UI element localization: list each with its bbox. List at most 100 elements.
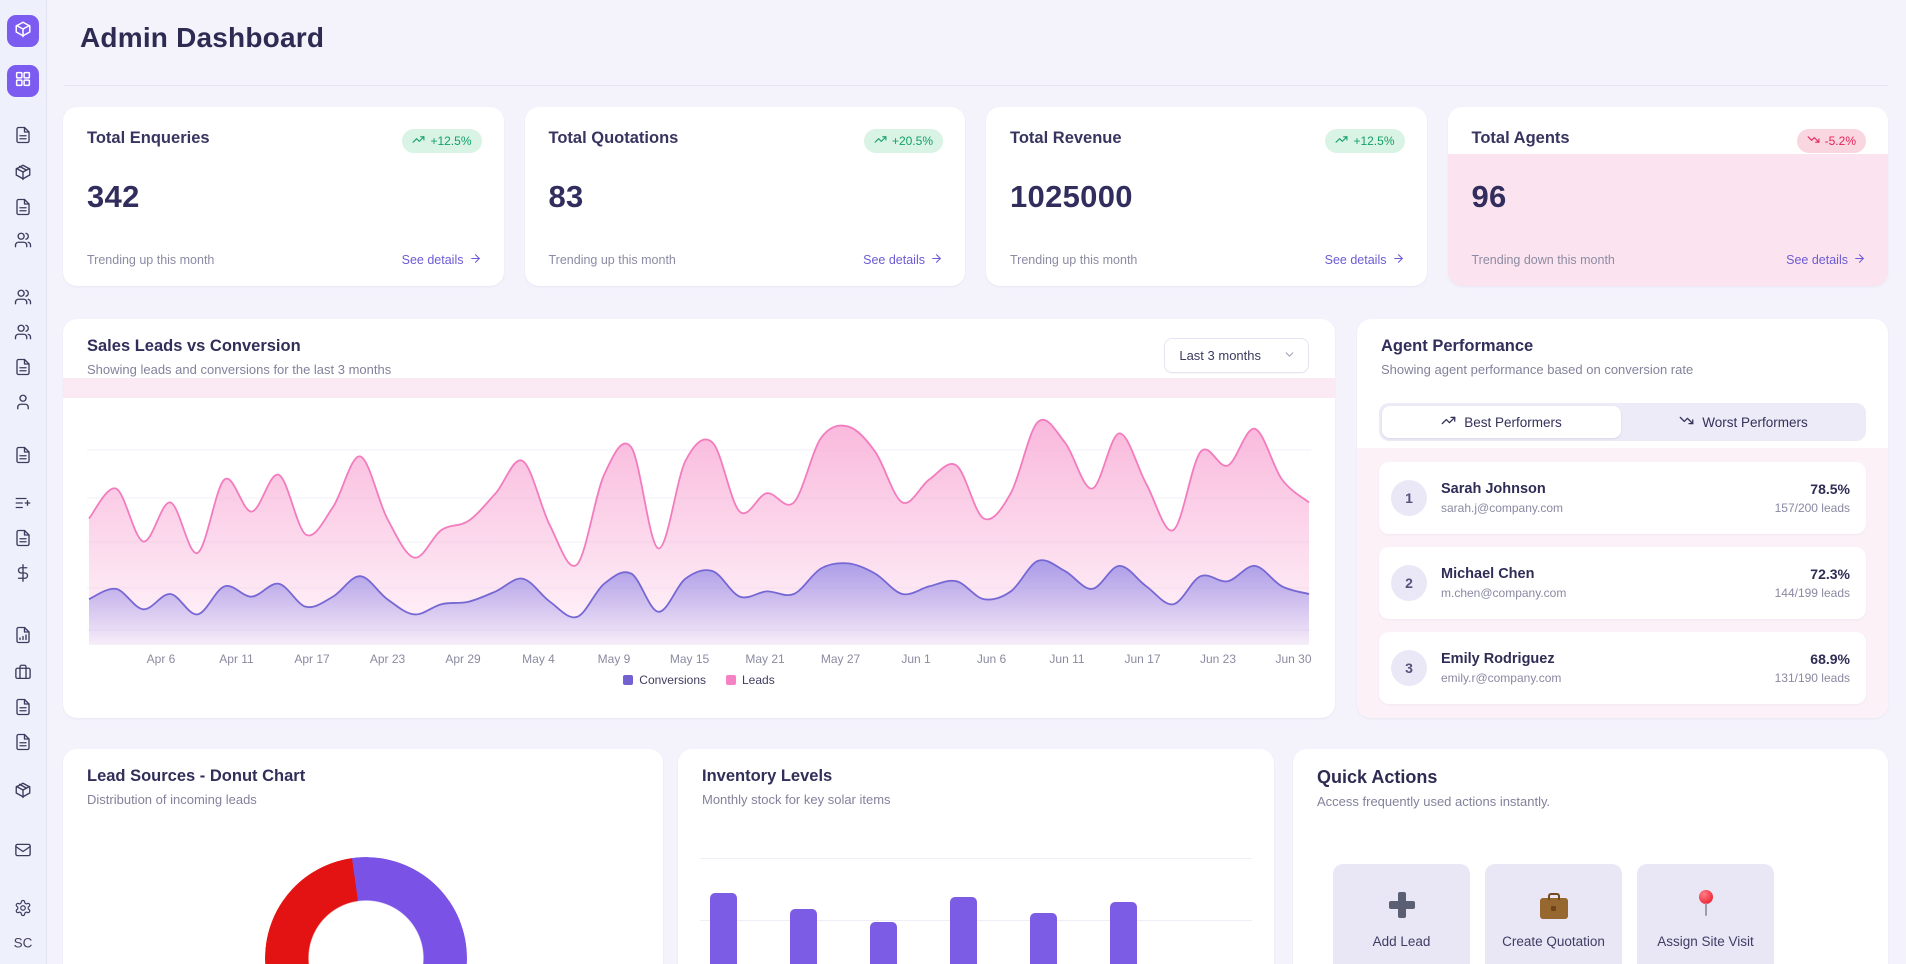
agent-performance-card: Agent Performance Showing agent performa… bbox=[1357, 319, 1888, 718]
file-text-icon[interactable] bbox=[14, 698, 32, 716]
arrow-right-icon bbox=[1392, 252, 1405, 268]
stat-card-value: 342 bbox=[63, 153, 504, 215]
x-tick: Jun 17 bbox=[1124, 652, 1160, 666]
file-text-icon[interactable] bbox=[14, 446, 32, 464]
agent-name: Emily Rodriguez bbox=[1441, 651, 1561, 667]
inventory-bar bbox=[710, 893, 737, 964]
chevron-down-icon bbox=[1283, 348, 1296, 364]
trending-up-icon bbox=[874, 133, 887, 149]
lead-sources-title: Lead Sources - Donut Chart bbox=[87, 767, 639, 786]
quick-action-add-lead[interactable]: Add Lead bbox=[1333, 864, 1470, 964]
stat-card-title: Total Enqueries bbox=[87, 129, 210, 148]
quick-action-create-quotation[interactable]: Create Quotation bbox=[1485, 864, 1622, 964]
agent-leads-count: 157/200 leads bbox=[1775, 501, 1850, 515]
see-details-link[interactable]: See details bbox=[1325, 252, 1405, 268]
user-initials[interactable]: SC bbox=[0, 936, 46, 951]
x-tick: Jun 6 bbox=[977, 652, 1006, 666]
user-icon[interactable] bbox=[14, 393, 32, 411]
trending-down-icon bbox=[1807, 133, 1820, 149]
chart-legend: ConversionsLeads bbox=[63, 673, 1335, 687]
sidebar-item-dashboard[interactable] bbox=[7, 65, 39, 97]
inventory-bar bbox=[950, 897, 977, 964]
legend-item: Leads bbox=[726, 673, 775, 687]
agent-leads-count: 131/190 leads bbox=[1775, 671, 1850, 685]
trending-up-icon bbox=[1441, 413, 1456, 431]
arrow-right-icon bbox=[469, 252, 482, 268]
users-icon[interactable] bbox=[14, 323, 32, 341]
app-logo[interactable] bbox=[7, 15, 39, 47]
date-range-select[interactable]: Last 3 months bbox=[1164, 338, 1309, 373]
inventory-card: Inventory Levels Monthly stock for key s… bbox=[678, 749, 1274, 964]
stat-card-title: Total Quotations bbox=[549, 129, 679, 148]
package-icon[interactable] bbox=[14, 163, 32, 181]
agent-list: 1 Sarah Johnson sarah.j@company.com 78.5… bbox=[1379, 462, 1866, 717]
tab-best-performers[interactable]: Best Performers bbox=[1382, 406, 1621, 438]
stat-card-value: 1025000 bbox=[986, 153, 1427, 215]
stat-card-footer: Trending up this month bbox=[87, 253, 214, 267]
trend-badge: +20.5% bbox=[864, 129, 943, 153]
header-divider bbox=[64, 85, 1888, 86]
x-tick: Apr 11 bbox=[219, 652, 253, 666]
cube-icon bbox=[14, 20, 32, 43]
quick-actions-title: Quick Actions bbox=[1317, 767, 1864, 788]
legend-swatch bbox=[726, 675, 736, 685]
agent-rank: 2 bbox=[1391, 565, 1427, 601]
agent-row: 1 Sarah Johnson sarah.j@company.com 78.5… bbox=[1379, 462, 1866, 534]
file-text-icon[interactable] bbox=[14, 198, 32, 216]
lead-sources-subtitle: Distribution of incoming leads bbox=[87, 792, 639, 807]
agent-name: Sarah Johnson bbox=[1441, 481, 1563, 497]
stat-card: Total Quotations +20.5% 83 Trending up t… bbox=[525, 107, 966, 286]
gridline bbox=[700, 858, 1252, 859]
agent-panel-title: Agent Performance bbox=[1381, 337, 1864, 356]
agent-conversion-rate: 68.9% bbox=[1775, 651, 1850, 667]
file-text-icon[interactable] bbox=[14, 529, 32, 547]
sales-chart-title: Sales Leads vs Conversion bbox=[87, 337, 391, 356]
file-text-icon[interactable] bbox=[14, 733, 32, 751]
x-tick: Jun 23 bbox=[1200, 652, 1236, 666]
stat-card-title: Total Agents bbox=[1472, 129, 1570, 148]
page-title: Admin Dashboard bbox=[80, 22, 324, 54]
settings-icon[interactable] bbox=[14, 899, 32, 917]
date-range-value: Last 3 months bbox=[1179, 348, 1261, 363]
file-text-icon[interactable] bbox=[14, 358, 32, 376]
x-tick: Apr 23 bbox=[370, 652, 405, 666]
quick-actions-card: Quick Actions Access frequently used act… bbox=[1293, 749, 1888, 964]
users-icon[interactable] bbox=[14, 231, 32, 249]
trend-badge: +12.5% bbox=[402, 129, 481, 153]
dollar-icon[interactable] bbox=[14, 564, 32, 582]
mail-icon[interactable] bbox=[14, 841, 32, 859]
stat-card: Total Agents -5.2% 96 Trending down this… bbox=[1448, 107, 1889, 286]
agent-email: emily.r@company.com bbox=[1441, 671, 1561, 685]
donut-chart bbox=[265, 857, 467, 964]
agent-leads-count: 144/199 leads bbox=[1775, 586, 1850, 600]
area-chart bbox=[87, 417, 1311, 652]
see-details-link[interactable]: See details bbox=[863, 252, 943, 268]
inventory-bar bbox=[790, 909, 817, 964]
users-icon[interactable] bbox=[14, 288, 32, 306]
layout-grid-icon bbox=[14, 70, 32, 93]
stat-card-value: 96 bbox=[1448, 153, 1889, 215]
quick-action-label: Add Lead bbox=[1373, 934, 1431, 949]
list-plus-icon[interactable] bbox=[14, 494, 32, 512]
see-details-link[interactable]: See details bbox=[1786, 252, 1866, 268]
package-icon[interactable] bbox=[14, 781, 32, 799]
stat-card-footer: Trending down this month bbox=[1472, 253, 1615, 267]
agent-conversion-rate: 72.3% bbox=[1775, 566, 1850, 582]
file-text-icon[interactable] bbox=[14, 126, 32, 144]
agent-email: m.chen@company.com bbox=[1441, 586, 1566, 600]
agent-email: sarah.j@company.com bbox=[1441, 501, 1563, 515]
quick-action-tiles: Add Lead Create Quotation Assign Site Vi… bbox=[1333, 864, 1774, 964]
file-chart-icon[interactable] bbox=[14, 626, 32, 644]
x-tick: May 21 bbox=[745, 652, 784, 666]
trending-down-icon bbox=[1679, 413, 1694, 431]
tab-worst-performers[interactable]: Worst Performers bbox=[1624, 406, 1863, 438]
x-tick: Jun 11 bbox=[1049, 652, 1084, 666]
performer-tabs: Best PerformersWorst Performers bbox=[1379, 403, 1866, 441]
quick-action-label: Assign Site Visit bbox=[1657, 934, 1754, 949]
inventory-bar bbox=[870, 922, 897, 964]
pushpin-icon bbox=[1698, 890, 1714, 920]
briefcase-icon bbox=[1540, 898, 1568, 919]
briefcase-icon[interactable] bbox=[14, 663, 32, 681]
quick-action-assign-site-visit[interactable]: Assign Site Visit bbox=[1637, 864, 1774, 964]
see-details-link[interactable]: See details bbox=[402, 252, 482, 268]
